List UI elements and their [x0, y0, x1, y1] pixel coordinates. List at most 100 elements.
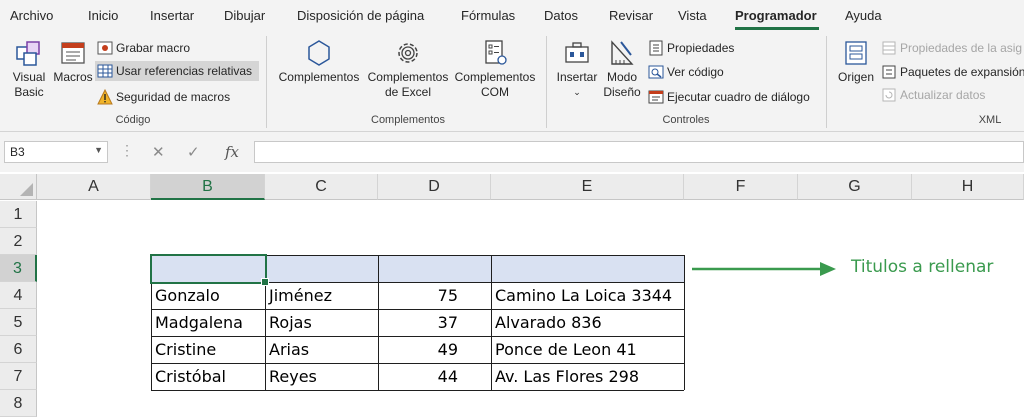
map-properties-icon	[882, 41, 896, 55]
column-header-a[interactable]: A	[37, 174, 151, 200]
group-label-complementos: Complementos	[371, 114, 445, 126]
cell-e7[interactable]: Av. Las Flores 298	[492, 364, 684, 390]
usar-referencias-relativas-button[interactable]: Usar referencias relativas	[95, 61, 259, 81]
tab-insertar[interactable]: Insertar	[150, 8, 194, 23]
com-addins-icon	[485, 40, 507, 65]
group-label-xml: XML	[978, 114, 1002, 126]
row-header-6[interactable]: 6	[0, 336, 37, 363]
select-all-button[interactable]	[0, 174, 37, 200]
cell-b7[interactable]: Cristóbal	[152, 364, 265, 390]
ver-codigo-button[interactable]: Ver código	[648, 62, 724, 82]
tab-dibujar[interactable]: Dibujar	[224, 8, 265, 23]
visual-basic-icon	[16, 41, 40, 66]
insertar-label: Insertar	[556, 70, 598, 84]
cell-c7[interactable]: Reyes	[266, 364, 378, 390]
visual-basic-button[interactable]: Visual Basic	[6, 38, 52, 100]
dialog-icon	[648, 90, 664, 104]
cell-e6[interactable]: Ponce de Leon 41	[492, 337, 684, 363]
usar-referencias-label: Usar referencias relativas	[116, 64, 253, 78]
cell-b6[interactable]: Cristine	[152, 337, 265, 363]
modo-diseno-button[interactable]: Modo Diseño	[600, 38, 644, 100]
propiedades-asignacion-button[interactable]: Propiedades de la asig	[881, 38, 1022, 58]
propiedades-button[interactable]: Propiedades	[648, 38, 734, 58]
macros-button[interactable]: Macros	[52, 38, 94, 85]
grabar-macro-button[interactable]: Grabar macro	[97, 38, 190, 58]
cell-c5[interactable]: Rojas	[266, 310, 378, 336]
propiedades-asig-label: Propiedades de la asig	[900, 41, 1023, 55]
cell-e5[interactable]: Alvarado 836	[492, 310, 684, 336]
column-header-f[interactable]: F	[684, 174, 798, 200]
tab-revisar[interactable]: Revisar	[609, 8, 653, 23]
actualizar-datos-button[interactable]: Actualizar datos	[881, 85, 985, 105]
modo-diseno-label: Modo Diseño	[603, 70, 641, 99]
column-header-b[interactable]: B	[151, 174, 265, 200]
cancel-icon[interactable]: ✕	[152, 143, 165, 161]
name-box[interactable]: B3 ▼	[4, 141, 108, 163]
column-header-d[interactable]: D	[378, 174, 491, 200]
refresh-icon	[882, 88, 896, 102]
complementos-com-button[interactable]: Complementos COM	[452, 38, 538, 100]
row-header-8[interactable]: 8	[0, 390, 37, 417]
tab-vista[interactable]: Vista	[678, 8, 707, 23]
arrow-right-icon	[692, 262, 836, 276]
paquetes-expansion-button[interactable]: Paquetes de expansión	[881, 62, 1024, 82]
properties-icon	[649, 40, 663, 56]
complementos-button[interactable]: Complementos	[276, 38, 362, 85]
row-header-5[interactable]: 5	[0, 309, 37, 336]
cell-b5[interactable]: Madgalena	[152, 310, 265, 336]
row-header-4[interactable]: 4	[0, 282, 37, 309]
ver-codigo-label: Ver código	[667, 65, 724, 79]
view-code-icon	[648, 65, 664, 79]
record-macro-icon	[97, 41, 113, 55]
formula-input[interactable]	[254, 141, 1024, 163]
tab-archivo[interactable]: Archivo	[10, 8, 53, 23]
drag-handle-icon[interactable]: ⋮	[120, 142, 134, 159]
actualizar-label: Actualizar datos	[900, 88, 986, 102]
tab-programador[interactable]: Programador	[735, 8, 817, 23]
cell-d4[interactable]: 75	[379, 283, 491, 309]
tab-disposicion[interactable]: Disposición de página	[297, 8, 424, 23]
seguridad-macros-button[interactable]: Seguridad de macros	[97, 87, 230, 107]
seguridad-macros-label: Seguridad de macros	[116, 90, 231, 104]
active-tab-indicator	[735, 27, 819, 30]
cell-d7[interactable]: 44	[379, 364, 491, 390]
complementos-com-label: Complementos COM	[454, 70, 536, 99]
cell-c6[interactable]: Arias	[266, 337, 378, 363]
group-separator	[826, 36, 827, 128]
origen-button[interactable]: Origen	[835, 38, 877, 85]
insertar-control-button[interactable]: Insertar ⌄	[555, 38, 599, 100]
complementos-excel-label: Complementos de Excel	[367, 70, 449, 99]
row-header-7[interactable]: 7	[0, 363, 37, 390]
complementos-label: Complementos	[278, 70, 360, 84]
row-header-3[interactable]: 3	[0, 255, 37, 282]
enter-icon[interactable]: ✓	[187, 143, 200, 161]
ejecutar-cuadro-label: Ejecutar cuadro de diálogo	[667, 90, 810, 104]
tab-inicio[interactable]: Inicio	[88, 8, 118, 23]
group-separator	[546, 36, 547, 128]
column-header-g[interactable]: G	[798, 174, 912, 200]
column-header-h[interactable]: H	[912, 174, 1024, 200]
row-header-1[interactable]: 1	[0, 201, 37, 228]
table-border	[151, 390, 684, 391]
cell-e4[interactable]: Camino La Loica 3344	[492, 283, 684, 309]
tab-datos[interactable]: Datos	[544, 8, 578, 23]
warning-icon	[97, 89, 113, 105]
gear-icon	[398, 43, 418, 63]
tab-formulas[interactable]: Fórmulas	[461, 8, 515, 23]
active-cell-b3[interactable]	[150, 254, 269, 286]
column-header-e[interactable]: E	[491, 174, 684, 200]
cell-b4[interactable]: Gonzalo	[152, 283, 265, 309]
complementos-excel-button[interactable]: Complementos de Excel	[364, 38, 452, 100]
cell-c4[interactable]: Jiménez	[266, 283, 378, 309]
chevron-down-icon[interactable]: ▼	[94, 145, 103, 155]
relative-references-icon	[97, 64, 113, 78]
row-header-2[interactable]: 2	[0, 228, 37, 255]
cell-d5[interactable]: 37	[379, 310, 491, 336]
ejecutar-cuadro-button[interactable]: Ejecutar cuadro de diálogo	[648, 87, 810, 107]
column-header-c[interactable]: C	[265, 174, 378, 200]
name-box-value: B3	[10, 145, 25, 159]
cell-d6[interactable]: 49	[379, 337, 491, 363]
insert-function-icon[interactable]: fx	[225, 143, 239, 161]
chevron-down-icon: ⌄	[573, 87, 581, 97]
tab-ayuda[interactable]: Ayuda	[845, 8, 882, 23]
